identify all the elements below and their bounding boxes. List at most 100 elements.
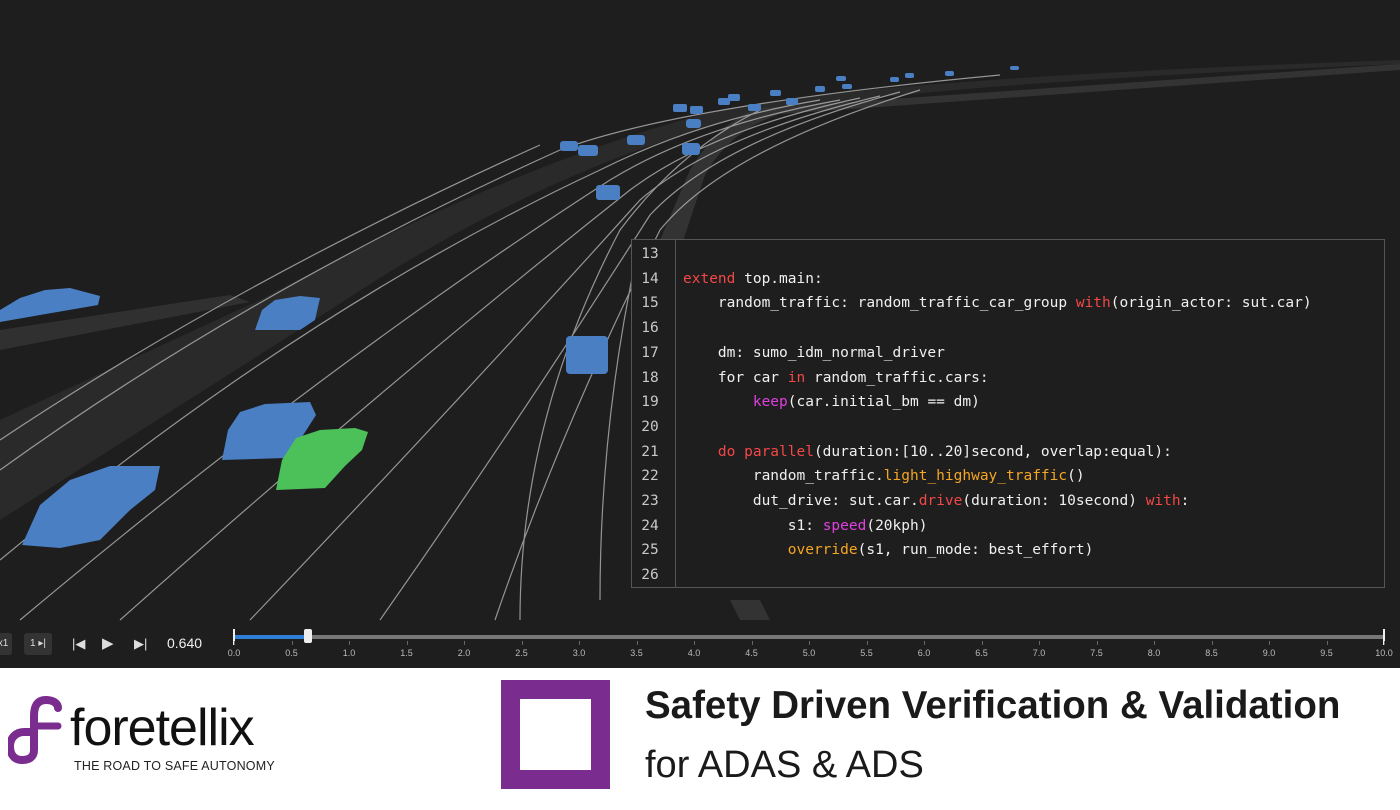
code-token-plain: (origin_actor: sut.car) xyxy=(1110,295,1312,312)
traffic-car xyxy=(686,119,701,128)
road-shoulder xyxy=(730,600,770,620)
traffic-car xyxy=(905,73,914,78)
timeline-tick-mark xyxy=(464,641,465,645)
footer-banner: foretellix THE ROAD TO SAFE AUTONOMY Saf… xyxy=(0,668,1400,810)
timeline-tick-label: 5.0 xyxy=(802,648,816,658)
timeline-tick-label: 1.5 xyxy=(400,648,413,658)
traffic-car xyxy=(1010,66,1019,70)
timeline-tick-mark xyxy=(1326,641,1328,645)
code-line: dut_drive: sut.car.drive(duration: 10sec… xyxy=(683,493,1190,509)
timeline-tick-label: 3.5 xyxy=(630,648,643,658)
traffic-car xyxy=(786,98,798,105)
timeline-tick-mark xyxy=(694,641,695,645)
purple-square-icon xyxy=(501,680,610,789)
code-token-plain: (20kph) xyxy=(866,517,928,534)
timeline-tick-mark xyxy=(1096,641,1098,645)
timeline-tick-mark xyxy=(924,641,925,645)
code-token-keyword: in xyxy=(787,369,806,386)
timeline-tick-mark xyxy=(636,641,638,645)
timeline-tick-label: 6.0 xyxy=(917,648,931,658)
line-number: 26 xyxy=(641,567,659,584)
code-line: do parallel(duration:[10..20]second, ove… xyxy=(683,444,1172,460)
traffic-car xyxy=(890,77,899,82)
line-number: 25 xyxy=(641,542,659,559)
timeline-tick-mark xyxy=(1154,641,1155,645)
timeline-track[interactable] xyxy=(233,629,1385,645)
brand-name: foretellix xyxy=(70,699,255,757)
code-token-builtin: keep xyxy=(752,394,788,411)
traffic-car xyxy=(673,104,687,112)
traffic-car xyxy=(596,185,620,200)
timeline-tick-label: 7.0 xyxy=(1032,648,1046,658)
code-token-plain: dut_drive: sut.car. xyxy=(683,493,919,509)
timeline-handle[interactable] xyxy=(303,629,312,643)
line-number: 18 xyxy=(641,369,659,386)
current-time-readout: 0.640 xyxy=(167,635,203,651)
line-number: 20 xyxy=(641,418,659,435)
timeline-tick-mark xyxy=(521,641,523,645)
speed-multiplier-button[interactable]: x1 xyxy=(0,633,12,655)
timeline-tick-label: 1.0 xyxy=(342,648,356,658)
code-token-plain: s1: xyxy=(683,517,823,534)
simulation-viewport[interactable]: 13 14 15 16 17 18 19 20 21 22 23 24 25 26 extend top.… xyxy=(0,0,1400,625)
code-line: dm: sumo_idm_normal_driver xyxy=(683,345,945,361)
play-icon[interactable]: ▶ xyxy=(102,635,114,653)
line-number: 14 xyxy=(641,270,659,287)
timeline-tick-mark xyxy=(291,641,293,645)
line-number: 16 xyxy=(641,320,659,337)
timeline-tick-mark xyxy=(349,641,350,645)
code-line: random_traffic.light_highway_traffic() xyxy=(683,468,1085,484)
code-token-plain: for car xyxy=(683,369,788,386)
timeline-tick-label: 0.5 xyxy=(285,648,298,658)
skip-back-icon[interactable]: |◀ xyxy=(72,635,85,653)
timeline-tick-mark xyxy=(1211,641,1213,645)
code-token-call: light_highway_traffic xyxy=(883,468,1068,485)
line-number: 17 xyxy=(641,344,659,361)
timeline-tick-label: 7.5 xyxy=(1090,648,1103,658)
step-forward-button[interactable]: 1 ▸| xyxy=(24,633,52,655)
line-number: 13 xyxy=(641,246,659,262)
traffic-car xyxy=(770,90,781,96)
timeline-tick-mark xyxy=(866,641,868,645)
code-line: random_traffic: random_traffic_car_group… xyxy=(683,295,1312,311)
line-number-gutter: 13 14 15 16 17 18 19 20 21 22 23 24 25 26 xyxy=(632,240,676,587)
code-token-keyword: extend xyxy=(683,270,736,287)
traffic-car xyxy=(566,336,608,374)
timeline-tick-label: 4.0 xyxy=(687,648,701,658)
code-token-plain: () xyxy=(1067,468,1085,485)
timeline-tick-label: 10.0 xyxy=(1375,648,1393,658)
line-number: 22 xyxy=(641,468,659,485)
brand-tagline: THE ROAD TO SAFE AUTONOMY xyxy=(74,759,275,773)
traffic-car xyxy=(842,84,852,89)
code-line: keep(car.initial_bm == dm) xyxy=(683,394,980,410)
timeline-tick-mark xyxy=(234,641,235,645)
timeline-tick-mark xyxy=(751,641,753,645)
code-token-plain: : xyxy=(1180,493,1190,509)
code-token-call: override xyxy=(787,542,858,559)
timeline-tick-label: 8.5 xyxy=(1205,648,1218,658)
traffic-car xyxy=(836,76,846,81)
code-token-plain: (duration: 10second) xyxy=(962,493,1146,509)
subheadline: for ADAS & ADS xyxy=(645,744,924,786)
code-line: override(s1, run_mode: best_effort) xyxy=(683,542,1094,559)
timeline-tick-mark xyxy=(809,641,810,645)
timeline-tick-mark xyxy=(1384,641,1385,645)
code-token-plain: (car.initial_bm == dm) xyxy=(787,394,980,411)
timeline-tick-mark xyxy=(1269,641,1270,645)
code-line: extend top.main: xyxy=(683,271,823,287)
line-number: 23 xyxy=(641,493,659,509)
line-number: 24 xyxy=(641,517,659,534)
code-line: s1: speed(20kph) xyxy=(683,517,928,534)
traffic-car xyxy=(560,141,578,151)
code-line: for car in random_traffic.cars: xyxy=(683,370,989,386)
code-token-plain: (duration:[10..20]second, overlap:equal)… xyxy=(813,443,1172,460)
timeline-tick-label: 2.0 xyxy=(457,648,471,658)
code-editor[interactable]: 13 14 15 16 17 18 19 20 21 22 23 24 25 26 extend top.… xyxy=(631,239,1385,588)
foretellix-logo-icon xyxy=(8,696,62,764)
traffic-car xyxy=(578,145,598,156)
timeline-tick-label: 0.0 xyxy=(227,648,241,658)
traffic-car xyxy=(690,106,703,114)
skip-forward-icon[interactable]: ▶| xyxy=(134,635,147,653)
